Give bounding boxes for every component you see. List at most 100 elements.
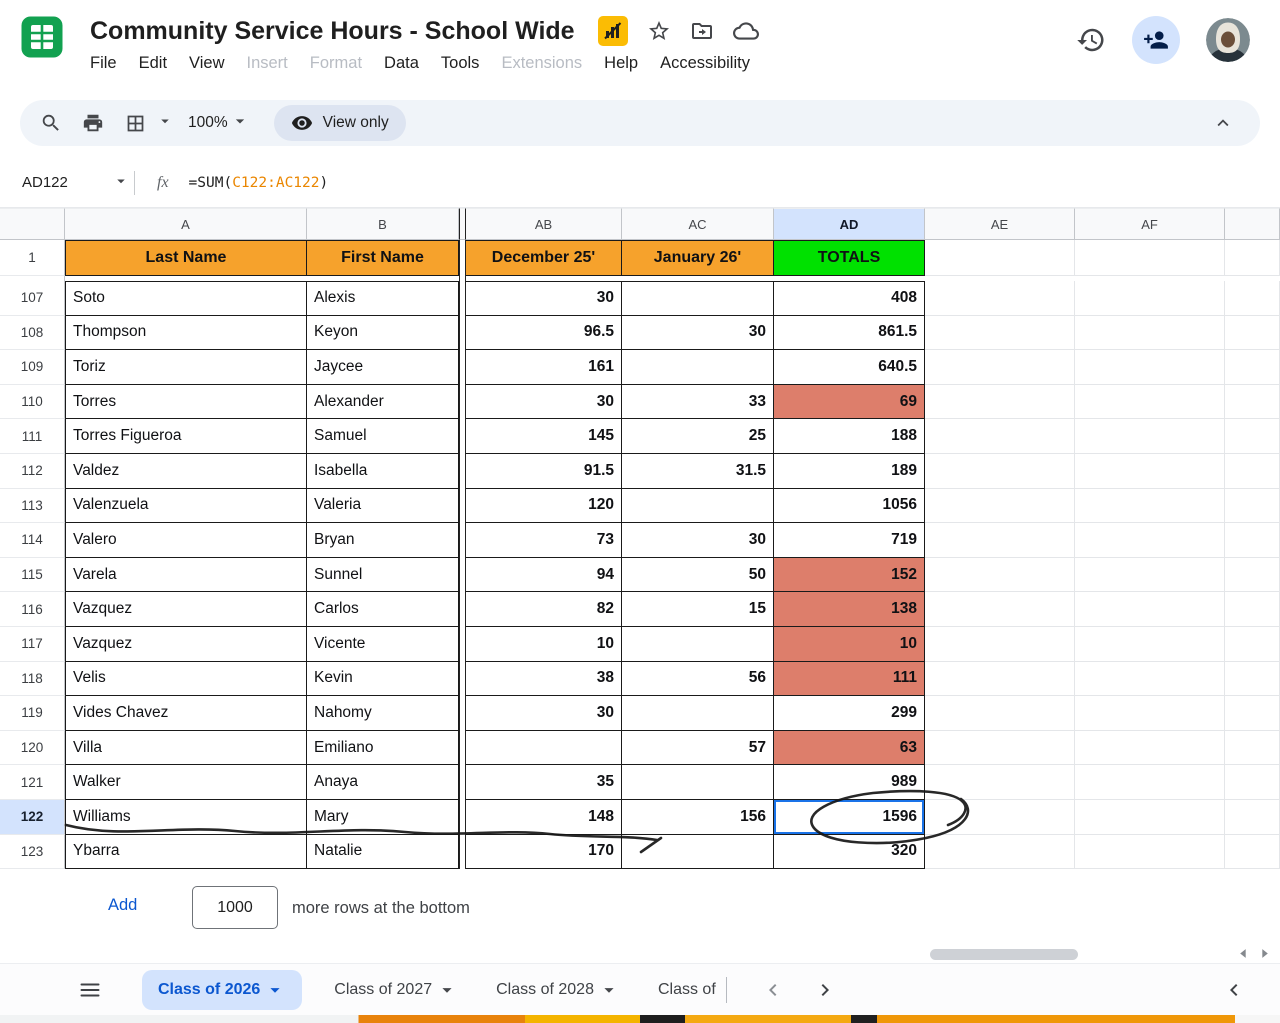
star-icon[interactable] xyxy=(647,19,671,43)
hidden-columns-divider[interactable] xyxy=(459,208,466,240)
cell-AE112[interactable] xyxy=(925,454,1075,489)
row-header-115[interactable]: 115 xyxy=(0,558,65,593)
cell-AD112[interactable]: 189 xyxy=(774,454,925,489)
tab-scroll-right-icon[interactable] xyxy=(813,978,837,1002)
cell-stub121[interactable] xyxy=(1225,765,1280,800)
header-cell-AC[interactable]: January 26' xyxy=(622,240,774,276)
cell-AD118[interactable]: 111 xyxy=(774,662,925,697)
cell-A118[interactable]: Velis xyxy=(65,662,307,697)
cell-AD115[interactable]: 152 xyxy=(774,558,925,593)
cell-stub123[interactable] xyxy=(1225,835,1280,870)
cell-AC108[interactable]: 30 xyxy=(622,316,774,351)
row-header-117[interactable]: 117 xyxy=(0,627,65,662)
cell-AB114[interactable]: 73 xyxy=(466,523,622,558)
column-header-AF[interactable]: AF xyxy=(1075,208,1225,240)
row-header-123[interactable]: 123 xyxy=(0,835,65,870)
cell-AF117[interactable] xyxy=(1075,627,1225,662)
cell-AD123[interactable]: 320 xyxy=(774,835,925,870)
cell-AF115[interactable] xyxy=(1075,558,1225,593)
cell-AE107[interactable] xyxy=(925,281,1075,316)
cell-AE120[interactable] xyxy=(925,731,1075,766)
empty-cell[interactable] xyxy=(1225,240,1280,276)
cell-AF113[interactable] xyxy=(1075,489,1225,524)
cell-AB122[interactable]: 148 xyxy=(466,800,622,835)
row-header-113[interactable]: 113 xyxy=(0,489,65,524)
cell-AB115[interactable]: 94 xyxy=(466,558,622,593)
row-header-121[interactable]: 121 xyxy=(0,765,65,800)
cell-AC115[interactable]: 50 xyxy=(622,558,774,593)
cell-AF114[interactable] xyxy=(1075,523,1225,558)
cell-AF109[interactable] xyxy=(1075,350,1225,385)
cell-stub113[interactable] xyxy=(1225,489,1280,524)
cell-AB119[interactable]: 30 xyxy=(466,696,622,731)
cell-AB113[interactable]: 120 xyxy=(466,489,622,524)
cell-stub107[interactable] xyxy=(1225,281,1280,316)
tab-class-of-2027[interactable]: Class of 2027 xyxy=(328,970,464,1010)
cell-B110[interactable]: Alexander xyxy=(307,385,459,420)
cell-AF111[interactable] xyxy=(1075,419,1225,454)
selected-cell-AD122[interactable]: 1596 xyxy=(774,800,925,835)
header-cell-B[interactable]: First Name xyxy=(307,240,459,276)
cell-AB111[interactable]: 145 xyxy=(466,419,622,454)
menu-file[interactable]: File xyxy=(79,50,128,77)
cell-A114[interactable]: Valero xyxy=(65,523,307,558)
scroll-left-icon[interactable] xyxy=(1238,946,1249,964)
column-header-AC[interactable]: AC xyxy=(622,208,774,240)
header-cell-A[interactable]: Last Name xyxy=(65,240,307,276)
cell-A115[interactable]: Varela xyxy=(65,558,307,593)
column-header-B[interactable]: B xyxy=(307,208,459,240)
cell-A111[interactable]: Torres Figueroa xyxy=(65,419,307,454)
cell-AD114[interactable]: 719 xyxy=(774,523,925,558)
horizontal-scrollbar[interactable] xyxy=(0,946,1280,963)
cell-B123[interactable]: Natalie xyxy=(307,835,459,870)
cell-AB116[interactable]: 82 xyxy=(466,592,622,627)
cell-B119[interactable]: Nahomy xyxy=(307,696,459,731)
cell-AD116[interactable]: 138 xyxy=(774,592,925,627)
user-avatar[interactable] xyxy=(1206,18,1250,62)
cell-B108[interactable]: Keyon xyxy=(307,316,459,351)
document-title[interactable]: Community Service Hours - School Wide xyxy=(90,17,575,46)
cell-AF119[interactable] xyxy=(1075,696,1225,731)
row-header-107[interactable]: 107 xyxy=(0,281,65,316)
add-rows-button[interactable]: Add xyxy=(108,896,137,915)
row-header-111[interactable]: 111 xyxy=(0,419,65,454)
scroll-right-icon[interactable] xyxy=(1259,946,1270,964)
column-header-AE[interactable]: AE xyxy=(925,208,1075,240)
cell-A110[interactable]: Torres xyxy=(65,385,307,420)
cell-AE114[interactable] xyxy=(925,523,1075,558)
cell-stub114[interactable] xyxy=(1225,523,1280,558)
tab-class-of-partial[interactable]: Class of xyxy=(652,972,722,1008)
cell-AC110[interactable]: 33 xyxy=(622,385,774,420)
cell-AE121[interactable] xyxy=(925,765,1075,800)
row-header-110[interactable]: 110 xyxy=(0,385,65,420)
cell-stub120[interactable] xyxy=(1225,731,1280,766)
cell-stub118[interactable] xyxy=(1225,662,1280,697)
cell-AE117[interactable] xyxy=(925,627,1075,662)
cell-AE119[interactable] xyxy=(925,696,1075,731)
cell-AC119[interactable] xyxy=(622,696,774,731)
menu-accessibility[interactable]: Accessibility xyxy=(649,50,761,77)
cell-stub111[interactable] xyxy=(1225,419,1280,454)
cell-stub119[interactable] xyxy=(1225,696,1280,731)
cell-B118[interactable]: Kevin xyxy=(307,662,459,697)
cell-AF118[interactable] xyxy=(1075,662,1225,697)
cell-AF120[interactable] xyxy=(1075,731,1225,766)
cell-stub115[interactable] xyxy=(1225,558,1280,593)
cell-A109[interactable]: Toriz xyxy=(65,350,307,385)
cell-AB117[interactable]: 10 xyxy=(466,627,622,662)
cell-AB109[interactable]: 161 xyxy=(466,350,622,385)
cell-AD113[interactable]: 1056 xyxy=(774,489,925,524)
cell-AC111[interactable]: 25 xyxy=(622,419,774,454)
cell-AC123[interactable] xyxy=(622,835,774,870)
cell-AE113[interactable] xyxy=(925,489,1075,524)
cell-AF107[interactable] xyxy=(1075,281,1225,316)
cell-A123[interactable]: Ybarra xyxy=(65,835,307,870)
row-header-120[interactable]: 120 xyxy=(0,731,65,766)
cell-AF123[interactable] xyxy=(1075,835,1225,870)
share-button[interactable] xyxy=(1132,16,1180,64)
cell-B114[interactable]: Bryan xyxy=(307,523,459,558)
tab-class-of-2026[interactable]: Class of 2026 xyxy=(142,970,302,1010)
column-header-A[interactable]: A xyxy=(65,208,307,240)
row-header-118[interactable]: 118 xyxy=(0,662,65,697)
row-header-112[interactable]: 112 xyxy=(0,454,65,489)
